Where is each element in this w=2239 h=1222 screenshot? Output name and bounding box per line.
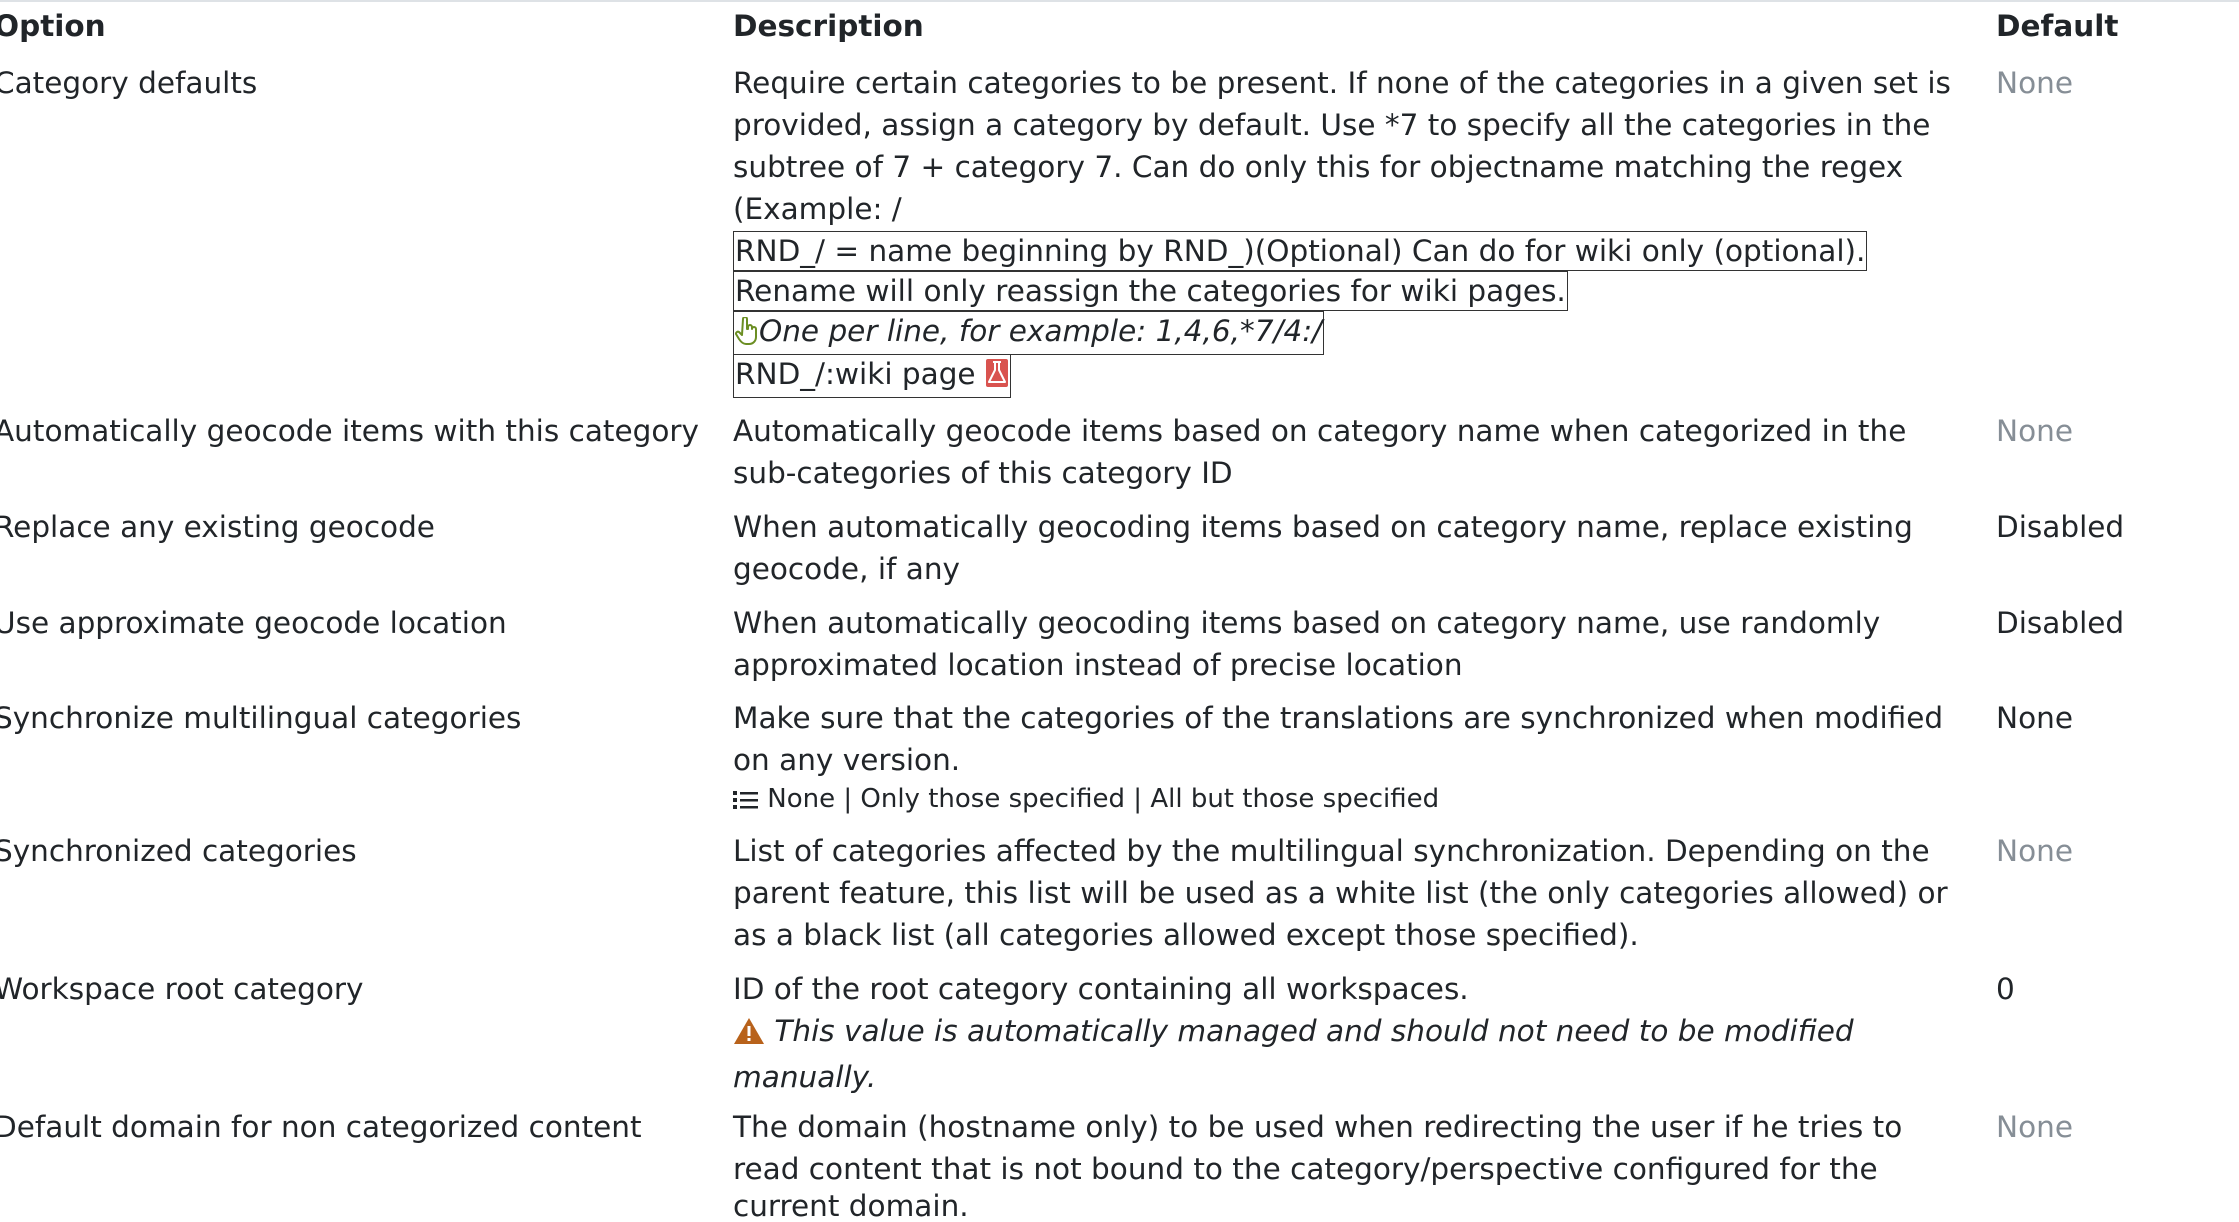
option-default: None (1996, 414, 2073, 448)
description-line: subtree of 7 + category 7. Can do only t… (733, 150, 1904, 184)
description-line: provided, assign a category by default. … (733, 108, 1931, 142)
description-line: (Example: / (733, 192, 902, 226)
description-line: sub-categories of this category ID (733, 456, 1233, 490)
option-description: When automatically geocoding items based… (733, 506, 1963, 590)
example-text: One per line, for example: 1,4,6,*7/4:/ (759, 314, 1323, 348)
warning-triangle-icon (733, 1014, 765, 1056)
description-line: The domain (hostname only) to be used wh… (733, 1110, 1903, 1144)
description-line: When automatically geocoding items based… (733, 606, 1881, 640)
option-default: None (1996, 701, 2073, 735)
regex-note: RND_/ = name beginning by RND_)(Optional… (733, 231, 1868, 271)
option-default: Disabled (1996, 510, 2125, 544)
option-description: ID of the root category containing all w… (733, 968, 1963, 1098)
example-hint: One per line, for example: 1,4,6,*7/4:/ (733, 311, 1325, 355)
description-line: ID of the root category containing all w… (733, 972, 1469, 1006)
pointing-hand-icon (735, 316, 759, 354)
option-description: The domain (hostname only) to be used wh… (733, 1106, 1963, 1222)
option-label: Replace any existing geocode (0, 510, 435, 544)
description-line: Automatically geocode items based on cat… (733, 414, 1907, 448)
option-description: List of categories affected by the multi… (733, 830, 1963, 956)
option-default: Disabled (1996, 606, 2125, 640)
flask-icon (985, 358, 1009, 397)
description-line: Require certain categories to be present… (733, 66, 1951, 100)
description-line: Make sure that the categories of the tra… (733, 701, 1944, 735)
option-label: Automatically geocode items with this ca… (0, 414, 699, 448)
warning-text: This value is automatically managed and … (774, 1014, 1854, 1048)
warning-line: This value is automatically managed and … (733, 1010, 1963, 1056)
options-list-text: None | Only those specified | All but th… (767, 784, 1440, 814)
option-label: Category defaults (0, 66, 258, 100)
column-header-default: Default (1996, 9, 2119, 43)
column-header-option: Option (0, 9, 106, 43)
column-header-description: Description (733, 9, 924, 43)
description-line: read content that is not bound to the ca… (733, 1152, 1878, 1186)
options-list: None | Only those specified | All but th… (733, 781, 1963, 821)
description-line: List of categories affected by the multi… (733, 834, 1930, 868)
example-last-text: RND_/:wiki page (735, 357, 976, 391)
option-label: Synchronize multilingual categories (0, 701, 522, 735)
option-description: When automatically geocoding items based… (733, 602, 1963, 686)
list-icon (733, 785, 759, 821)
option-description: Automatically geocode items based on cat… (733, 410, 1963, 494)
table-top-border (0, 0, 2239, 2)
option-description: Require certain categories to be present… (733, 62, 1963, 398)
option-description: Make sure that the categories of the tra… (733, 697, 1963, 821)
option-default: None (1996, 66, 2073, 100)
warning-text: manually. (733, 1060, 877, 1094)
description-line: When automatically geocoding items based… (733, 510, 1913, 544)
option-label: Workspace root category (0, 972, 364, 1006)
description-line: approximated location instead of precise… (733, 648, 1463, 682)
option-label: Use approximate geocode location (0, 606, 507, 640)
example-last-line: RND_/:wiki page (733, 354, 1011, 398)
description-line: parent feature, this list will be used a… (733, 876, 1948, 910)
description-line: geocode, if any (733, 552, 961, 586)
option-default: None (1996, 1110, 2073, 1144)
option-default: 0 (1996, 972, 2015, 1006)
description-line: on any version. (733, 743, 961, 777)
option-label: Synchronized categories (0, 834, 357, 868)
option-default: None (1996, 834, 2073, 868)
description-line: as a black list (all categories allowed … (733, 918, 1639, 952)
option-label: Default domain for non categorized conte… (0, 1110, 642, 1144)
description-line: current domain. (733, 1189, 969, 1222)
rename-note: Rename will only reassign the categories… (733, 271, 1568, 311)
